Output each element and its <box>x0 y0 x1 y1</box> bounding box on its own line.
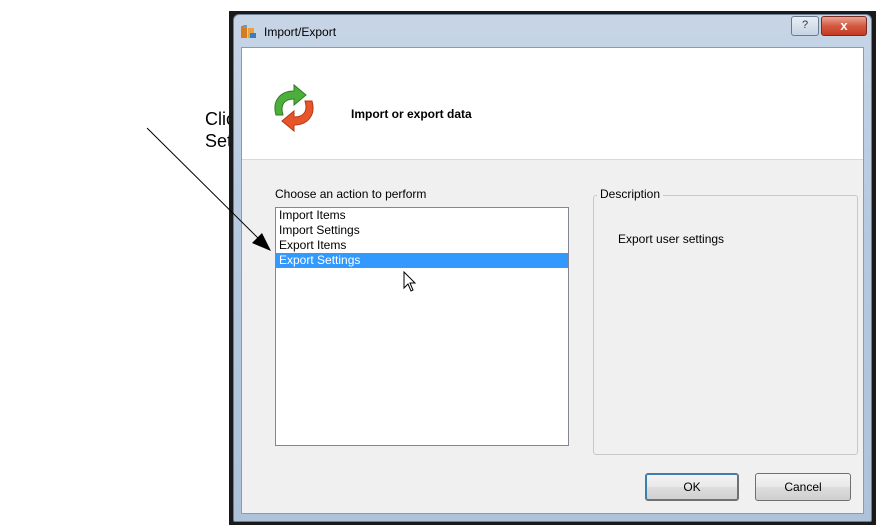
app-icon <box>241 25 256 38</box>
help-button[interactable]: ? <box>791 16 819 36</box>
description-text: Export user settings <box>618 232 725 246</box>
mouse-cursor-icon <box>403 271 417 292</box>
window-title: Import/Export <box>264 25 337 39</box>
list-item-export-settings[interactable]: Export Settings <box>276 253 568 268</box>
list-item-import-items[interactable]: Import Items <box>276 208 568 223</box>
header-panel: Import or export data <box>242 48 863 160</box>
list-item-import-settings[interactable]: Import Settings <box>276 223 568 238</box>
window-frame: Import/Export ? x Import or export data … <box>233 14 872 522</box>
header-title: Import or export data <box>351 107 472 121</box>
refresh-arrows-icon <box>274 83 314 133</box>
action-list-label: Choose an action to perform <box>275 187 427 201</box>
action-listbox[interactable]: Import Items Import Settings Export Item… <box>275 207 569 446</box>
close-button[interactable]: x <box>821 16 867 36</box>
cancel-button[interactable]: Cancel <box>755 473 851 501</box>
title-bar[interactable]: Import/Export ? x <box>234 15 871 47</box>
dialog-window: Import/Export ? x Import or export data … <box>229 11 876 525</box>
ok-button[interactable]: OK <box>645 473 739 501</box>
description-legend: Description <box>597 187 664 201</box>
list-item-export-items[interactable]: Export Items <box>276 238 568 253</box>
dialog-client-area: Import or export data Choose an action t… <box>241 47 864 514</box>
